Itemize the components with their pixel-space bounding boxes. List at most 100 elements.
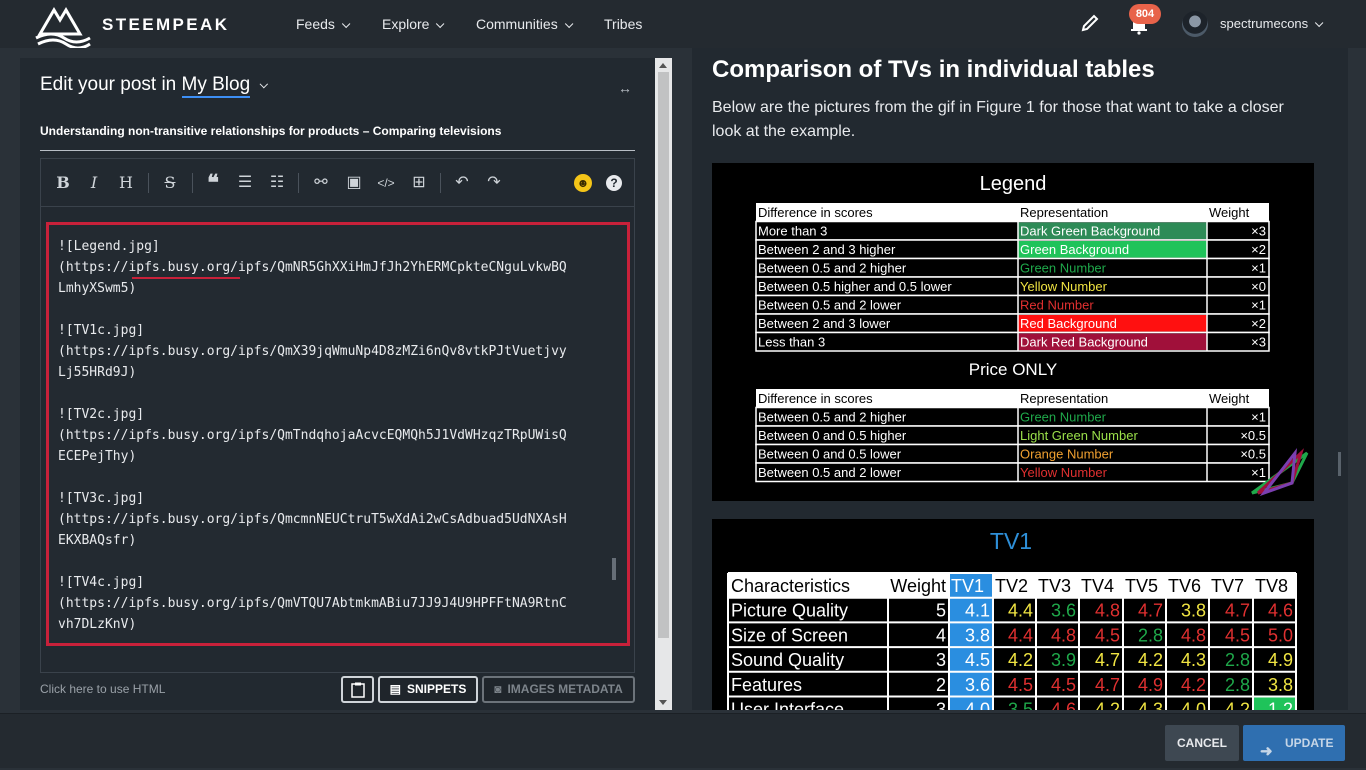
snippets-button[interactable]: ▤ SNIPPETS	[378, 676, 478, 703]
code-icon[interactable]: </>	[376, 173, 396, 193]
table-header-cell: Difference in scores	[758, 391, 873, 406]
heading-icon[interactable]: H	[116, 173, 136, 193]
characteristic-cell: Sound Quality	[731, 650, 844, 670]
images-metadata-button[interactable]: ◙ IMAGES METADATA	[482, 676, 635, 703]
representation-cell: Dark Green Background	[1020, 224, 1160, 239]
blog-selector[interactable]: My Blog	[181, 74, 251, 98]
difference-cell: Between 0.5 and 2 higher	[758, 410, 907, 425]
tv1-table-graphic: TV1Characteristics Weight TV1 TV2 TV3 TV4 TV5 T…	[727, 528, 1297, 711]
redo-icon[interactable]: ↷	[484, 173, 504, 193]
image-icon[interactable]: ▣	[344, 173, 364, 193]
weight-cell: ×0.5	[1240, 447, 1266, 462]
score-cell: 2.8	[1138, 625, 1163, 645]
score-cell: 4.7	[1225, 601, 1250, 621]
difference-cell: Between 0.5 and 2 lower	[758, 465, 902, 480]
representation-cell: Light Green Number	[1020, 428, 1138, 443]
score-cell: 3.5	[1008, 700, 1033, 711]
footer-bar: CANCEL ➜ UPDATE	[0, 713, 1366, 768]
chevron-down-icon[interactable]	[259, 79, 269, 89]
score-cell: 4.8	[1181, 625, 1206, 645]
difference-cell: Between 2 and 3 higher	[758, 242, 896, 257]
italic-icon[interactable]: I	[84, 173, 104, 193]
weight-cell: ×0.5	[1240, 428, 1266, 443]
editor-heading: Edit your post in My Blog	[40, 74, 269, 98]
score-cell: TV2	[995, 576, 1028, 596]
scroll-down-icon[interactable]	[659, 700, 667, 705]
weight-cell: ×3	[1251, 335, 1266, 350]
unordered-list-icon[interactable]: ☷	[267, 173, 287, 193]
score-cell: 4.2	[1225, 700, 1250, 711]
nav-tribes[interactable]: Tribes	[604, 16, 642, 32]
help-icon[interactable]: ?	[606, 175, 622, 191]
score-cell: 4.4	[1008, 625, 1033, 645]
nav-feeds[interactable]: Feeds	[296, 16, 351, 32]
chevron-down-icon	[1315, 18, 1324, 28]
difference-cell: More than 3	[758, 224, 827, 239]
markdown-editor: B I H S ❝ ☰ ☷ ⚯ ▣ </> ⊞ ↶ ↷ ☻ ? ![Legend…	[40, 158, 635, 673]
score-cell: 4.6	[1268, 601, 1293, 621]
toolbar-divider	[440, 173, 441, 193]
quote-icon[interactable]: ❝	[203, 172, 223, 194]
clipboard-button[interactable]	[341, 676, 374, 703]
undo-icon[interactable]: ↶	[452, 173, 472, 193]
link-icon[interactable]: ⚯	[311, 173, 331, 193]
clipboard-icon	[350, 682, 365, 698]
weight-cell: ×3	[1251, 224, 1266, 239]
editor-toolbar: B I H S ❝ ☰ ☷ ⚯ ▣ </> ⊞ ↶ ↷ ☻ ?	[41, 159, 634, 207]
score-cell: TV4	[1081, 576, 1114, 596]
update-button[interactable]: ➜ UPDATE	[1243, 725, 1345, 761]
weight-cell: ×1	[1251, 410, 1266, 425]
score-cell: TV3	[1038, 576, 1071, 596]
nav-explore[interactable]: Explore	[382, 16, 445, 32]
table-header-cell: Weight	[1209, 391, 1250, 406]
notification-badge[interactable]: 804	[1129, 4, 1161, 24]
difference-cell: Between 0.5 higher and 0.5 lower	[758, 279, 952, 294]
score-cell: 4.5	[1008, 675, 1033, 695]
score-cell: 4.5	[965, 650, 990, 670]
weight-cell: 3	[936, 650, 946, 670]
post-body-textarea[interactable]: ![Legend.jpg] (https://ipfs.busy.org/ipf…	[46, 222, 630, 646]
score-cell: 4.7	[1138, 601, 1163, 621]
table-icon[interactable]: ⊞	[409, 173, 429, 193]
pencil-icon[interactable]	[1080, 13, 1100, 33]
chevron-down-icon	[341, 19, 351, 29]
user-menu[interactable]: spectrumecons	[1220, 16, 1324, 31]
ordered-list-icon[interactable]: ☰	[235, 173, 255, 193]
use-html-link[interactable]: Click here to use HTML	[40, 682, 165, 696]
preview-scrollbar[interactable]	[1338, 452, 1341, 476]
representation-cell: Yellow Number	[1020, 279, 1108, 294]
tv1-title: TV1	[990, 528, 1032, 554]
editor-scrollbar[interactable]	[655, 58, 672, 710]
steempeak-logo-icon[interactable]	[34, 4, 92, 48]
score-cell: 4.7	[1095, 675, 1120, 695]
update-label: UPDATE	[1285, 736, 1334, 750]
brand-name[interactable]: STEEMPEAK	[102, 15, 229, 35]
strikethrough-icon[interactable]: S	[160, 173, 180, 193]
snippets-label: SNIPPETS	[406, 682, 467, 696]
representation-cell: Green Number	[1020, 410, 1107, 425]
score-cell: 4.5	[1051, 675, 1076, 695]
score-cell: TV5	[1125, 576, 1158, 596]
scroll-up-icon[interactable]	[659, 63, 667, 68]
representation-cell: Orange Number	[1020, 447, 1114, 462]
cancel-button[interactable]: CANCEL	[1165, 725, 1239, 761]
toolbar-divider	[298, 173, 299, 193]
weight-cell: 2	[936, 675, 946, 695]
weight-cell: ×0	[1251, 279, 1266, 294]
characteristic-cell: Size of Screen	[731, 625, 848, 645]
expand-icon[interactable]: ↔	[618, 80, 632, 96]
scrollbar-thumb[interactable]	[658, 72, 669, 638]
bold-icon[interactable]: B	[53, 173, 73, 193]
score-cell: 3.6	[1051, 601, 1076, 621]
score-cell: 4.2	[1181, 675, 1206, 695]
avatar[interactable]	[1182, 11, 1208, 37]
nav-communities[interactable]: Communities	[476, 16, 574, 32]
table-header-cell: Representation	[1020, 205, 1108, 220]
post-title-input[interactable]: Understanding non-transitive relationshi…	[40, 124, 635, 151]
textarea-scrollbar[interactable]	[612, 558, 616, 580]
representation-cell: Dark Red Background	[1020, 335, 1148, 350]
emoji-icon[interactable]: ☻	[574, 174, 592, 192]
images-metadata-label: IMAGES METADATA	[507, 682, 623, 696]
snippets-icon: ▤	[389, 682, 401, 696]
chevron-down-icon	[564, 19, 574, 29]
